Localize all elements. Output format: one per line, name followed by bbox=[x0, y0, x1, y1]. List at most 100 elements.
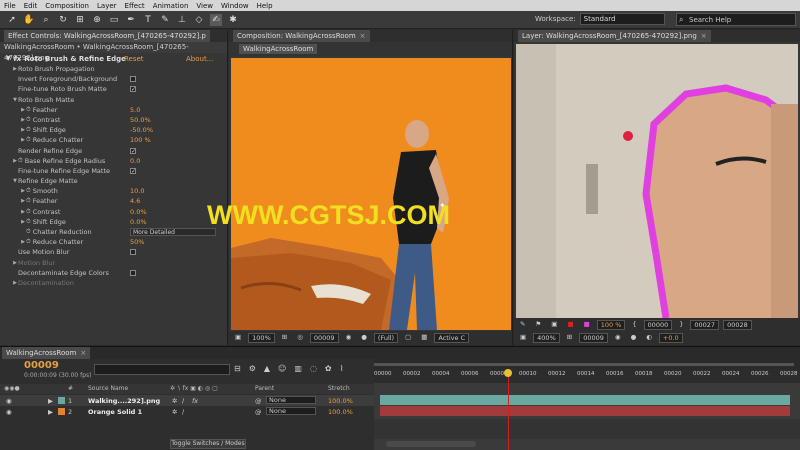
menu-view[interactable]: View bbox=[196, 2, 213, 10]
layer-name[interactable]: Orange Solid 1 bbox=[88, 408, 142, 416]
effect-property-row[interactable]: ▶ ⏱ Feather 4.6 bbox=[6, 196, 227, 206]
current-time-display[interactable]: 00009 bbox=[24, 360, 59, 371]
selection-tool-icon[interactable]: ➚ bbox=[6, 14, 18, 26]
effect-property-row[interactable]: ▶ ⏱ Contrast 50.0% bbox=[6, 115, 227, 125]
menu-help[interactable]: Help bbox=[257, 2, 273, 10]
layer-name[interactable]: Walking....292].png bbox=[88, 397, 160, 405]
menu-file[interactable]: File bbox=[4, 2, 16, 10]
mask-tool-icon[interactable]: ▭ bbox=[108, 14, 120, 26]
effect-checkbox[interactable] bbox=[130, 269, 136, 276]
effect-property-row[interactable]: Use Motion Blur bbox=[6, 247, 227, 257]
effect-checkbox[interactable]: ✓ bbox=[130, 86, 136, 93]
effect-property-value[interactable]: 50.0% bbox=[130, 115, 151, 125]
effect-property-row[interactable]: ▶ Motion Blur bbox=[6, 258, 227, 268]
stopwatch-icon[interactable]: ⏱ bbox=[18, 156, 23, 166]
close-icon[interactable]: × bbox=[701, 30, 707, 42]
timeline-ruler[interactable]: 00000 00002 00004 00006 00008 00010 00012 00014… bbox=[374, 369, 800, 383]
alpha-boundary-icon[interactable]: ▣ bbox=[548, 320, 560, 330]
timeline-track-area[interactable]: 00000 00002 00004 00006 00008 00010 00012 00014… bbox=[374, 359, 800, 450]
motion-blur-icon[interactable]: ◌ bbox=[310, 364, 317, 373]
tab-effect-controls[interactable]: Effect Controls: WalkingAcrossRoom_[4702… bbox=[4, 30, 210, 42]
snapshot-camera-icon[interactable]: ◉ bbox=[612, 333, 624, 343]
overlay-color-icon[interactable]: ■ bbox=[564, 320, 576, 330]
hand-tool-icon[interactable]: ✋ bbox=[23, 14, 35, 26]
effect-property-value[interactable]: 100 % bbox=[130, 135, 151, 145]
layer-color-swatch[interactable] bbox=[58, 408, 65, 415]
transparency-grid-icon[interactable]: ▦ bbox=[418, 333, 430, 343]
stopwatch-icon[interactable]: ⏱ bbox=[26, 196, 31, 206]
overlay-opacity-field[interactable]: 100 % bbox=[596, 319, 626, 330]
region-icon[interactable]: ▣ bbox=[232, 333, 244, 343]
workspace-dropdown[interactable]: Standard bbox=[579, 13, 665, 25]
toggle-switches-modes-button[interactable]: Toggle Switches / Modes bbox=[170, 439, 246, 449]
region-icon[interactable]: ▣ bbox=[517, 333, 529, 343]
close-icon[interactable]: × bbox=[360, 30, 366, 42]
snapshot-camera-icon[interactable]: ◉ bbox=[343, 333, 355, 343]
tab-layer[interactable]: Layer: WalkingAcrossRoom_[470265-470292]… bbox=[518, 30, 711, 42]
layer-viewer[interactable] bbox=[516, 44, 798, 318]
layer-duration-bar[interactable] bbox=[380, 406, 790, 416]
effect-property-row[interactable]: ▶ ⏱ Contrast 0.0% bbox=[6, 207, 227, 217]
menu-edit[interactable]: Edit bbox=[24, 2, 38, 10]
effect-property-value[interactable]: 50% bbox=[130, 237, 144, 247]
menu-animation[interactable]: Animation bbox=[153, 2, 189, 10]
twirl-right-icon[interactable]: ▶ bbox=[48, 397, 53, 405]
quality-icon[interactable]: ∕ bbox=[182, 408, 184, 416]
stopwatch-icon[interactable]: ⏱ bbox=[26, 186, 31, 196]
reset-link[interactable]: Reset bbox=[124, 55, 144, 63]
effect-property-row[interactable]: Decontaminate Edge Colors bbox=[6, 268, 227, 278]
composition-viewer[interactable]: ✦ bbox=[231, 58, 511, 330]
menu-window[interactable]: Window bbox=[221, 2, 249, 10]
boundary-color-icon[interactable]: ■ bbox=[581, 320, 593, 330]
out-point-field[interactable]: 00027 bbox=[690, 319, 720, 330]
effect-property-row[interactable]: ▼ Refine Edge Matte bbox=[6, 176, 227, 186]
effect-property-row[interactable]: ▶ ⏱ Reduce Chatter 100 % bbox=[6, 135, 227, 145]
effect-property-row[interactable]: ▶ ⏱ Base Refine Edge Radius 0.0 bbox=[6, 156, 227, 166]
exposure-icon[interactable]: ◐ bbox=[643, 333, 655, 343]
layer-stretch[interactable]: 100.0% bbox=[328, 397, 353, 405]
parent-dropdown[interactable]: None bbox=[266, 396, 316, 404]
graph-editor-icon[interactable]: ⌇ bbox=[340, 364, 344, 373]
mask-visibility-icon[interactable]: ◎ bbox=[294, 333, 306, 343]
stopwatch-icon[interactable]: ⏱ bbox=[26, 125, 31, 135]
parent-dropdown[interactable]: None bbox=[266, 407, 316, 415]
exposure-field[interactable]: +0.0 bbox=[658, 333, 683, 343]
tab-timeline[interactable]: WalkingAcrossRoom × bbox=[2, 347, 91, 359]
layer-color-swatch[interactable] bbox=[58, 397, 65, 404]
effect-property-row[interactable]: Invert Foreground/Background bbox=[6, 74, 227, 84]
eye-icon[interactable]: ◉ bbox=[6, 397, 12, 405]
twirl-right-icon[interactable]: ▶ bbox=[48, 408, 53, 416]
effect-checkbox[interactable]: ✓ bbox=[130, 167, 136, 174]
timeline-layer-row[interactable]: ◉ ▶ 2 Orange Solid 1 ✲ ∕ @ None 100.0% bbox=[0, 406, 374, 417]
effect-property-value[interactable]: 0.0 bbox=[130, 156, 140, 166]
pan-behind-tool-icon[interactable]: ⊕ bbox=[91, 14, 103, 26]
layer-duration-bar[interactable] bbox=[380, 395, 790, 405]
timeline-playhead[interactable] bbox=[504, 369, 512, 377]
rotate-tool-icon[interactable]: ↻ bbox=[57, 14, 69, 26]
effect-property-row[interactable]: ▶ ⏱ Smooth 10.0 bbox=[6, 186, 227, 196]
effect-property-value[interactable]: 0.0% bbox=[130, 207, 147, 217]
search-help-input[interactable]: ⌕ Search Help bbox=[676, 13, 796, 26]
pickwhip-icon[interactable]: @ bbox=[255, 408, 262, 416]
effect-dropdown[interactable]: More Detailed bbox=[130, 228, 216, 236]
work-area-bar[interactable] bbox=[374, 359, 800, 369]
menu-composition[interactable]: Composition bbox=[45, 2, 89, 10]
pen-tool-icon[interactable]: ✒ bbox=[125, 14, 137, 26]
shy-icon[interactable]: ✲ bbox=[172, 408, 177, 416]
roi-icon[interactable]: ▢ bbox=[402, 333, 414, 343]
brainstorm-icon[interactable]: ✿ bbox=[325, 364, 332, 373]
in-point-field[interactable]: 00000 bbox=[643, 319, 673, 330]
end-point-field[interactable]: 00028 bbox=[723, 319, 752, 330]
comp-mini-flowchart-icon[interactable]: ⊟ bbox=[234, 364, 241, 373]
timeline-layer-row[interactable]: ◉ ▶ 1 Walking....292].png ✲ ∕ fx @ None … bbox=[0, 395, 374, 406]
effect-property-row[interactable]: ▶ ⏱ Shift Edge 0.0% bbox=[6, 217, 227, 227]
eye-icon[interactable]: ◉ bbox=[6, 408, 12, 416]
stopwatch-icon[interactable]: ⏱ bbox=[26, 135, 31, 145]
effect-property-row[interactable]: Fine-tune Refine Edge Matte ✓ bbox=[6, 166, 227, 176]
fx-icon[interactable]: fx bbox=[192, 397, 198, 405]
effect-property-value[interactable]: 0.0% bbox=[130, 217, 147, 227]
camera-tool-icon[interactable]: ⊞ bbox=[74, 14, 86, 26]
effect-property-row[interactable]: ▶ Roto Brush Propagation bbox=[6, 64, 227, 74]
stopwatch-icon[interactable]: ⏱ bbox=[26, 115, 31, 125]
zoom-slider[interactable] bbox=[386, 441, 476, 447]
